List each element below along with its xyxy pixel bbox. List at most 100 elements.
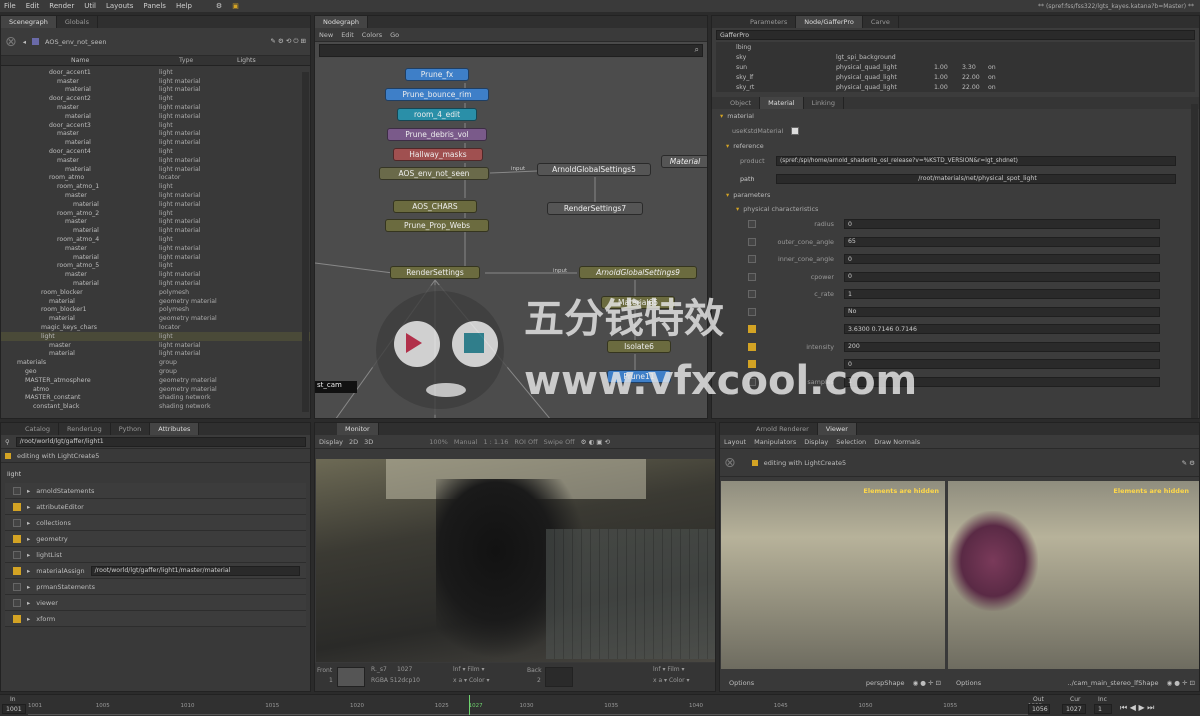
nodegraph-menu-colors[interactable]: Colors xyxy=(362,31,382,39)
attribute-state-icon[interactable] xyxy=(13,486,21,495)
monitor-render-image[interactable] xyxy=(316,459,715,662)
node-prune-prop-webs[interactable]: Prune_Prop_Webs xyxy=(385,219,489,232)
table-row[interactable]: room_atmo_5 light xyxy=(1,262,310,271)
tab-nodegraph[interactable]: Nodegraph xyxy=(315,16,368,28)
back-icon[interactable]: ◂ xyxy=(23,38,26,46)
monitor-display-menu[interactable]: Display xyxy=(319,438,343,446)
tab-scenegraph[interactable]: Scenegraph xyxy=(1,16,57,28)
monitor-3d-button[interactable]: 3D xyxy=(364,438,373,446)
table-row[interactable]: material light material xyxy=(1,350,310,359)
expand-arrow-icon[interactable]: ▸ xyxy=(27,551,30,559)
section-parameters[interactable]: ▾ parameters xyxy=(712,188,1199,203)
param-state-icon[interactable] xyxy=(748,220,756,229)
table-row[interactable]: door_accent2 light xyxy=(1,94,310,103)
expand-arrow-icon[interactable]: ▸ xyxy=(27,599,30,607)
stop-icon[interactable]: ⊗ xyxy=(5,34,17,50)
table-row[interactable]: geo group xyxy=(1,367,310,376)
viewer-menu-display[interactable]: Display xyxy=(804,438,828,446)
tab-viewer[interactable]: Viewer xyxy=(817,423,857,435)
timeline-in-field[interactable]: 1001 xyxy=(2,704,26,714)
table-row[interactable]: magic_keys_chars locator xyxy=(1,323,310,332)
table-row[interactable]: room_atmo_2 light xyxy=(1,209,310,218)
node-material[interactable]: Material xyxy=(661,155,707,168)
table-row[interactable]: room_atmo_1 light xyxy=(1,182,310,191)
table-row[interactable]: MASTER_atmosphere geometry material xyxy=(1,376,310,385)
table-row[interactable]: atmo geometry material xyxy=(1,385,310,394)
attribute-state-icon[interactable] xyxy=(13,598,21,607)
expand-arrow-icon[interactable]: ▸ xyxy=(27,535,30,543)
attribute-state-icon[interactable] xyxy=(13,566,21,575)
timeline-inc-field[interactable]: 1 xyxy=(1094,704,1112,714)
menu-help[interactable]: Help xyxy=(176,2,192,10)
expand-arrow-icon[interactable]: ▸ xyxy=(27,615,30,623)
node-aos-chars[interactable]: AOS_CHARS xyxy=(393,200,477,213)
viewer-tools-icon[interactable]: ✎ ⚙ xyxy=(1182,459,1195,467)
viewer-shape-left[interactable]: perspShape xyxy=(866,679,905,687)
gaffer-light-row[interactable]: sky lgt_spi_background xyxy=(736,52,1195,62)
tab-renderlog[interactable]: RenderLog xyxy=(59,423,111,435)
product-field[interactable]: (spref:/spi/home/arnold_shaderlib_osl_re… xyxy=(776,156,1176,167)
attribute-group-row[interactable]: ▸ attributeEditor xyxy=(5,499,306,515)
table-row[interactable]: room_blocker1 polymesh xyxy=(1,306,310,315)
attribute-state-icon[interactable] xyxy=(13,518,21,527)
node-arnold-global-settings5[interactable]: ArnoldGlobalSettings5 xyxy=(537,163,651,176)
gaffer-light-row[interactable]: lbing xyxy=(736,42,1195,52)
attribute-group-row[interactable]: ▸ prmanStatements xyxy=(5,579,306,595)
param-field[interactable]: No xyxy=(844,306,1160,317)
gaffer-light-row[interactable]: sky_rt physical_quad_light 1.00 22.00 on xyxy=(736,82,1195,92)
table-row[interactable]: master light material xyxy=(1,156,310,165)
expand-arrow-icon[interactable]: ▸ xyxy=(27,567,30,575)
playback-controls[interactable]: ⏮ ◀ ▶ ⏭ xyxy=(1120,703,1154,713)
viewer-menu-draw-normals[interactable]: Draw Normals xyxy=(874,438,920,446)
search-icon[interactable]: ⌕ xyxy=(695,45,699,55)
tab-arnold-renderer[interactable]: Arnold Renderer xyxy=(748,423,818,435)
tab-node-gafferpro[interactable]: Node/GafferPro xyxy=(796,16,863,28)
stop-icon[interactable]: ⊗ xyxy=(724,455,736,471)
pin-icon[interactable]: ⚲ xyxy=(5,438,10,446)
param-state-icon[interactable] xyxy=(748,325,756,334)
scenegraph-scrollbar[interactable] xyxy=(302,72,309,412)
table-row[interactable]: material light material xyxy=(1,86,310,95)
subtab-object[interactable]: Object xyxy=(722,97,761,109)
front-filter[interactable]: lnf ▾ Film ▾ xyxy=(453,666,485,673)
node-prune-fx[interactable]: Prune_fx xyxy=(405,68,469,81)
param-state-icon[interactable] xyxy=(748,272,756,281)
nodegraph-menu-go[interactable]: Go xyxy=(390,31,399,39)
table-row[interactable]: material light material xyxy=(1,253,310,262)
subtab-linking[interactable]: Linking xyxy=(804,97,844,109)
table-row[interactable]: master light material xyxy=(1,103,310,112)
table-row[interactable]: materials group xyxy=(1,358,310,367)
param-state-icon[interactable] xyxy=(748,342,756,351)
node-prune11[interactable]: Prune11 xyxy=(607,370,671,383)
params-scrollbar[interactable] xyxy=(1191,104,1198,418)
viewer-options-left[interactable]: Options xyxy=(729,679,754,687)
attribute-group-row[interactable]: ▸ viewer xyxy=(5,595,306,611)
table-row[interactable]: room_atmo locator xyxy=(1,174,310,183)
param-field[interactable]: 1 xyxy=(844,376,1160,387)
expand-arrow-icon[interactable]: ▸ xyxy=(27,487,30,495)
table-row[interactable]: material geometry material xyxy=(1,314,310,323)
menu-layouts[interactable]: Layouts xyxy=(106,2,133,10)
use-kstd-checkbox[interactable] xyxy=(791,126,800,135)
subtab-material[interactable]: Material xyxy=(760,97,804,109)
table-row[interactable]: master light material xyxy=(1,244,310,253)
viewport-right[interactable]: Elements are hidden xyxy=(948,481,1199,669)
path-field[interactable]: /root/materials/net/physical_spot_light xyxy=(776,173,1176,184)
menu-edit[interactable]: Edit xyxy=(26,2,40,10)
expand-arrow-icon[interactable]: ▸ xyxy=(27,519,30,527)
viewport-left[interactable]: Elements are hidden xyxy=(721,481,945,669)
back-thumbnail[interactable] xyxy=(545,667,573,687)
table-row[interactable]: material light material xyxy=(1,112,310,121)
col-type-header[interactable]: Type xyxy=(159,57,231,64)
gaffer-select[interactable]: GafferPro xyxy=(716,30,1195,40)
viewer-menu-layout[interactable]: Layout xyxy=(724,438,746,446)
param-state-icon[interactable] xyxy=(748,255,756,264)
attribute-state-icon[interactable] xyxy=(13,534,21,543)
timeline-out-field[interactable]: 1056 xyxy=(1028,704,1050,714)
table-row[interactable]: door_accent3 light xyxy=(1,121,310,130)
attribute-group-row[interactable]: ▸ arnoldStatements xyxy=(5,483,306,499)
param-state-icon[interactable] xyxy=(748,237,756,246)
table-row[interactable]: light light xyxy=(1,331,310,341)
node-material65[interactable]: Material65 xyxy=(601,296,675,309)
expand-arrow-icon[interactable]: ▸ xyxy=(27,503,30,511)
